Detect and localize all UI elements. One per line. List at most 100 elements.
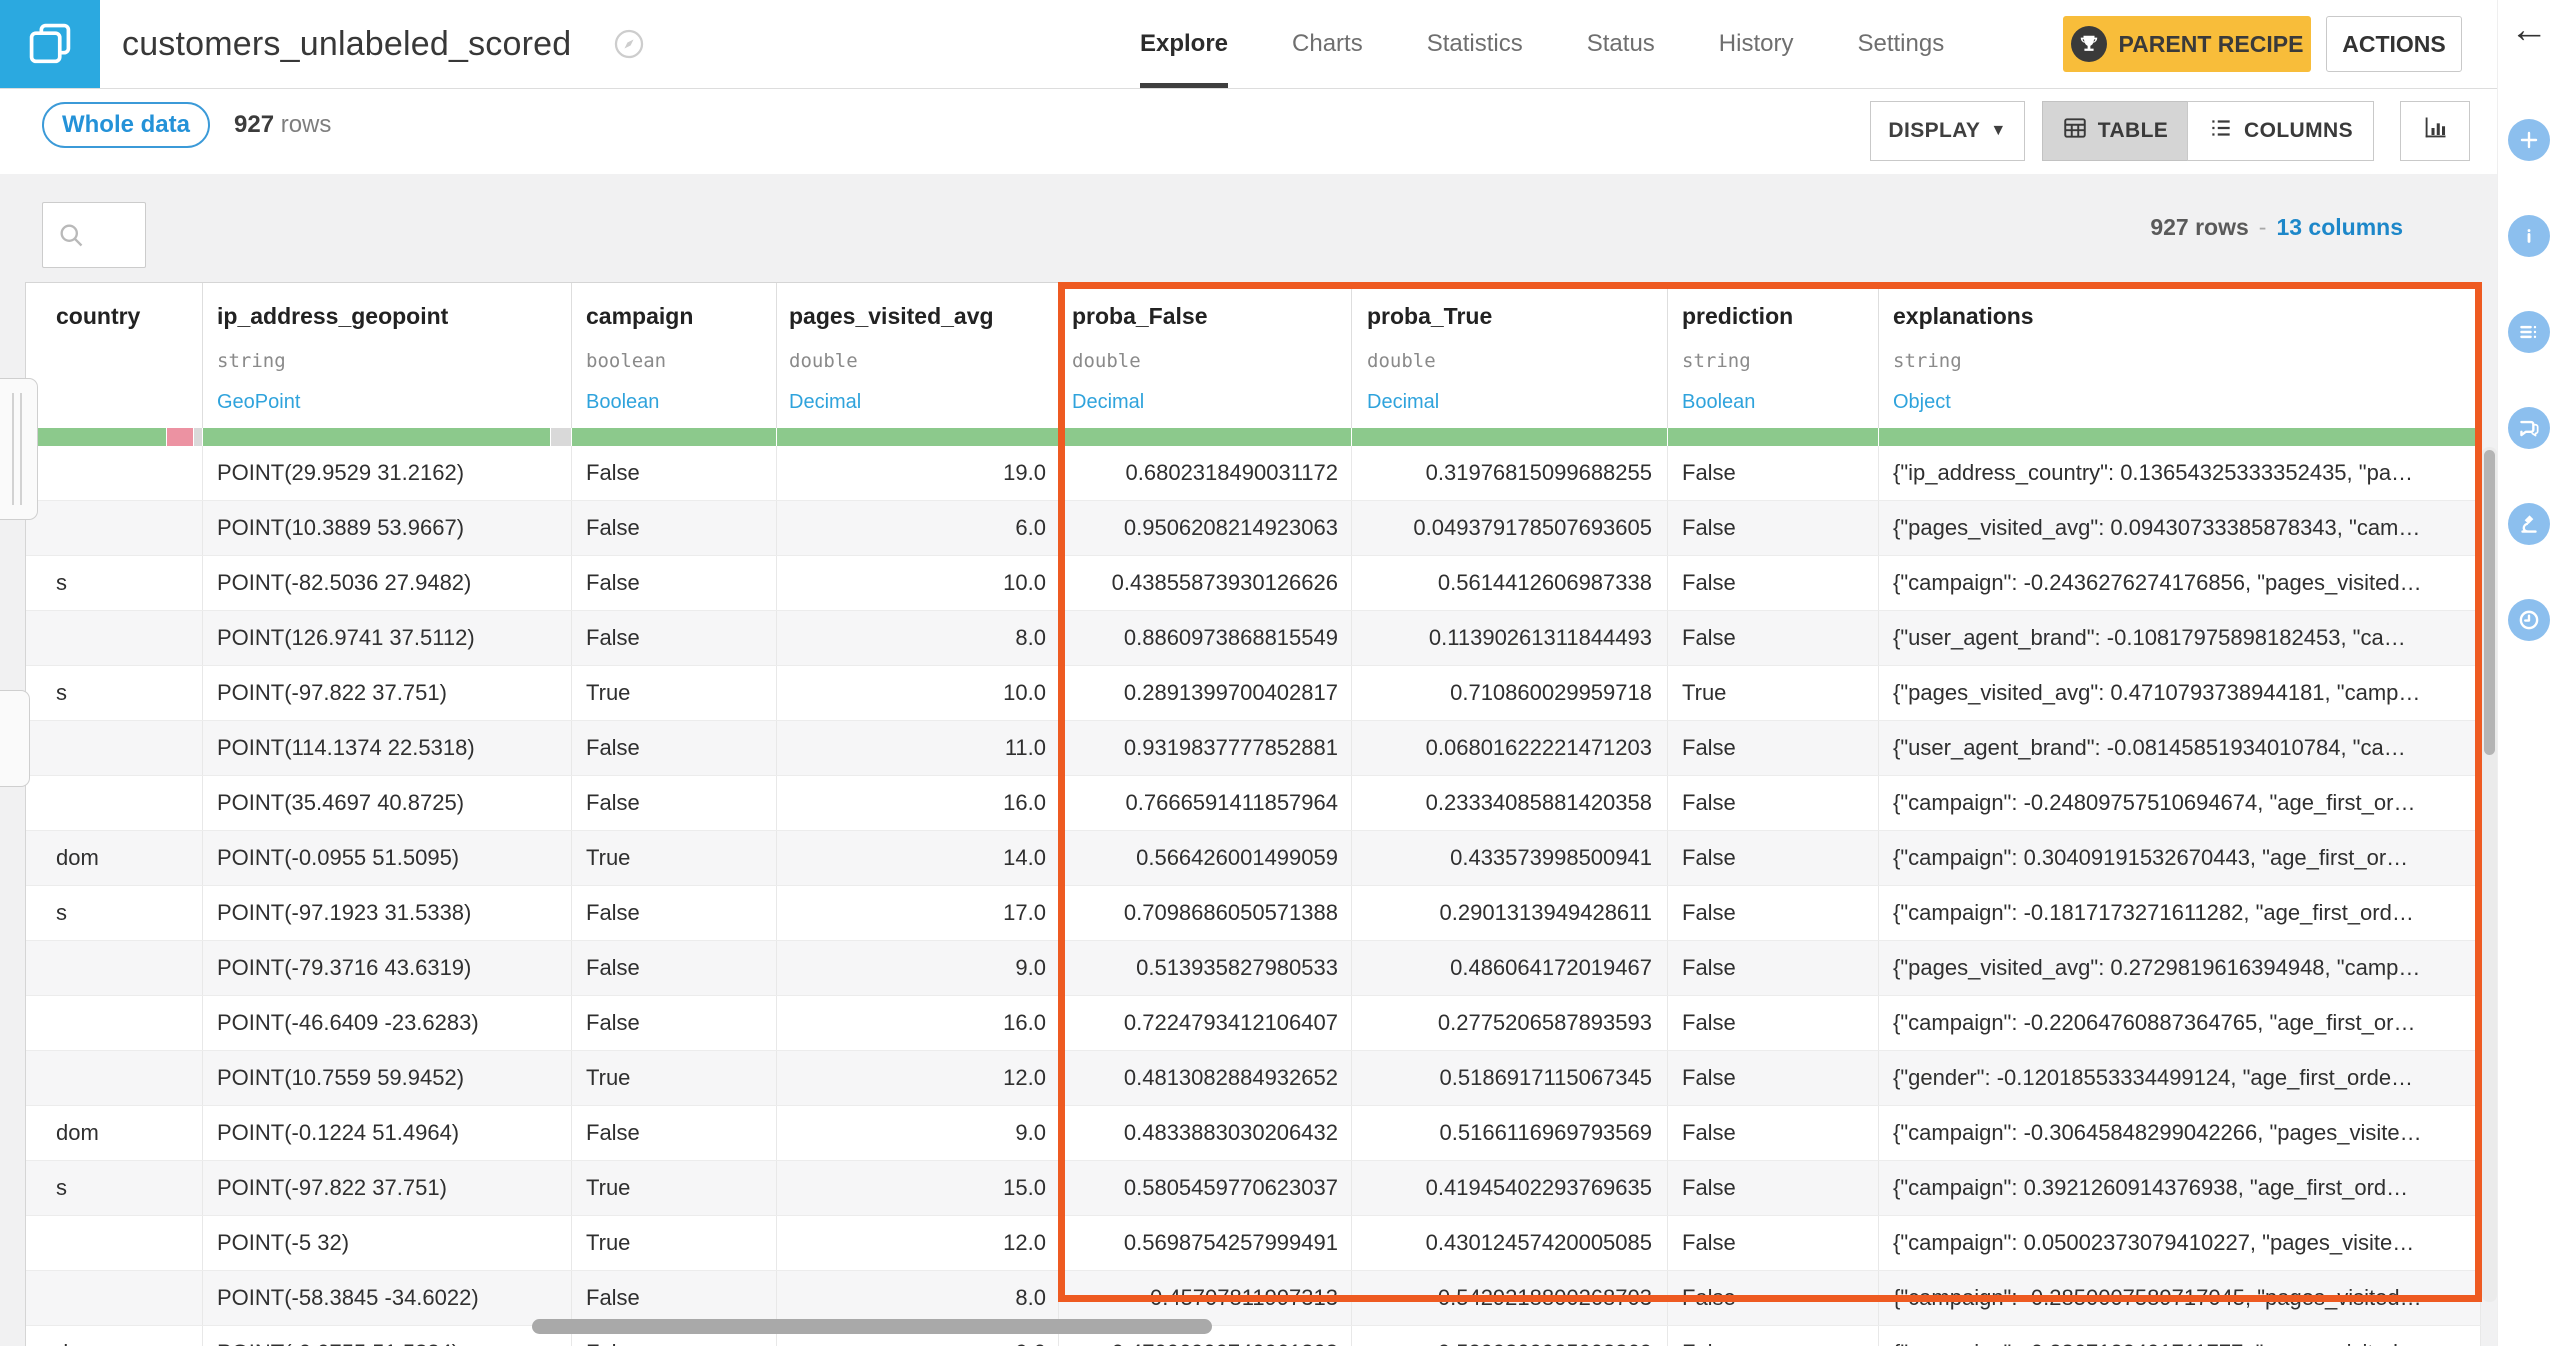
column-header-campaign[interactable]: campaign boolean Boolean (572, 283, 777, 446)
table-cell-prediction[interactable]: False (1668, 611, 1879, 665)
table-cell-ip_address_geopoint[interactable]: POINT(35.4697 40.8725) (203, 776, 572, 830)
table-cell-country[interactable] (26, 1271, 203, 1325)
actions-button[interactable]: ACTIONS (2326, 16, 2462, 72)
table-cell-ip_address_geopoint[interactable]: POINT(-97.822 37.751) (203, 666, 572, 720)
table-cell-country[interactable] (26, 1051, 203, 1105)
table-cell-explanations[interactable]: {"campaign": 0.05002373079410227, "pages… (1879, 1216, 2481, 1270)
info-icon[interactable] (2508, 215, 2550, 257)
column-header-explanations[interactable]: explanations string Object (1879, 283, 2481, 446)
table-cell-ip_address_geopoint[interactable]: POINT(-0.1224 51.4964) (203, 1106, 572, 1160)
table-cell-country[interactable]: s (26, 666, 203, 720)
table-cell-campaign[interactable]: True (572, 1051, 777, 1105)
table-view-button[interactable]: TABLE (2042, 101, 2187, 161)
table-cell-campaign[interactable]: False (572, 611, 777, 665)
table-cell-proba_False[interactable]: 0.513935827980533 (1059, 941, 1352, 995)
table-cell-proba_False[interactable]: 0.566426001499059 (1059, 831, 1352, 885)
horizontal-scrollbar[interactable] (532, 1319, 1212, 1334)
table-cell-ip_address_geopoint[interactable]: POINT(-79.3716 43.6319) (203, 941, 572, 995)
table-cell-ip_address_geopoint[interactable]: POINT(29.9529 31.2162) (203, 446, 572, 500)
table-cell-country[interactable] (26, 941, 203, 995)
table-cell-explanations[interactable]: {"campaign": -0.30645848299042266, "page… (1879, 1106, 2481, 1160)
table-cell-proba_True[interactable]: 0.433573998500941 (1352, 831, 1668, 885)
table-cell-prediction[interactable]: False (1668, 501, 1879, 555)
table-cell-proba_False[interactable]: 0.4833883030206432 (1059, 1106, 1352, 1160)
display-dropdown[interactable]: DISPLAY ▼ (1870, 101, 2025, 161)
table-cell-proba_True[interactable]: 0.5166116969793569 (1352, 1106, 1668, 1160)
table-cell-campaign[interactable]: False (572, 996, 777, 1050)
table-cell-campaign[interactable]: False (572, 501, 777, 555)
table-cell-pages_visited_avg[interactable]: 8.0 (777, 611, 1059, 665)
table-cell-country[interactable] (26, 721, 203, 775)
table-cell-campaign[interactable]: False (572, 1271, 777, 1325)
table-cell-ip_address_geopoint[interactable]: POINT(-82.5036 27.9482) (203, 556, 572, 610)
sampling-button[interactable]: Whole data (42, 102, 210, 148)
table-cell-explanations[interactable]: {"campaign": -0.2867122401711777, "pages… (1879, 1326, 2481, 1346)
table-cell-prediction[interactable]: True (1668, 666, 1879, 720)
table-cell-prediction[interactable]: False (1668, 556, 1879, 610)
table-cell-proba_False[interactable]: 0.5805459770623037 (1059, 1161, 1352, 1215)
table-cell-proba_False[interactable]: 0.8860973868815549 (1059, 611, 1352, 665)
table-cell-pages_visited_avg[interactable]: 19.0 (777, 446, 1059, 500)
table-cell-proba_True[interactable]: 0.31976815099688255 (1352, 446, 1668, 500)
table-cell-proba_False[interactable]: 0.2891399700402817 (1059, 666, 1352, 720)
column-header-pages_visited_avg[interactable]: pages_visited_avg double Decimal (777, 283, 1059, 446)
table-cell-prediction[interactable]: False (1668, 1161, 1879, 1215)
table-cell-pages_visited_avg[interactable]: 9.0 (777, 941, 1059, 995)
table-cell-prediction[interactable]: False (1668, 446, 1879, 500)
table-cell-proba_True[interactable]: 0.5429218800268703 (1352, 1271, 1668, 1325)
table-cell-ip_address_geopoint[interactable]: POINT(-46.6409 -23.6283) (203, 996, 572, 1050)
column-stats-button[interactable] (2400, 101, 2470, 161)
table-cell-prediction[interactable]: False (1668, 721, 1879, 775)
table-cell-ip_address_geopoint[interactable]: POINT(10.3889 53.9667) (203, 501, 572, 555)
table-cell-explanations[interactable]: {"ip_address_country": 0.136543253333524… (1879, 446, 2481, 500)
table-cell-pages_visited_avg[interactable]: 12.0 (777, 1051, 1059, 1105)
search-input[interactable] (42, 202, 146, 268)
table-cell-proba_False[interactable]: 0.7098686050571388 (1059, 886, 1352, 940)
table-cell-proba_True[interactable]: 0.710860029959718 (1352, 666, 1668, 720)
table-cell-ip_address_geopoint[interactable]: POINT(126.9741 37.5112) (203, 611, 572, 665)
table-cell-country[interactable] (26, 501, 203, 555)
details-icon[interactable] (2508, 311, 2550, 353)
table-cell-proba_True[interactable]: 0.5186917115067345 (1352, 1051, 1668, 1105)
tab-explore[interactable]: Explore (1140, 0, 1229, 88)
table-cell-proba_False[interactable]: 0.4813082884932652 (1059, 1051, 1352, 1105)
table-cell-campaign[interactable]: False (572, 446, 777, 500)
table-cell-pages_visited_avg[interactable]: 15.0 (777, 1161, 1059, 1215)
lab-icon[interactable] (2508, 503, 2550, 545)
table-cell-proba_True[interactable]: 0.23334085881420358 (1352, 776, 1668, 830)
left-panel-handle[interactable] (0, 378, 38, 520)
table-cell-explanations[interactable]: {"user_agent_brand": -0.1081797589818245… (1879, 611, 2481, 665)
table-cell-prediction[interactable]: False (1668, 831, 1879, 885)
table-cell-ip_address_geopoint[interactable]: POINT(-0.0755 51.5834) (203, 1326, 572, 1346)
vertical-scrollbar[interactable] (2482, 447, 2497, 1302)
column-header-country[interactable]: country (26, 283, 203, 446)
table-cell-explanations[interactable]: {"pages_visited_avg": 0.0943073338587834… (1879, 501, 2481, 555)
table-cell-proba_True[interactable]: 0.049379178507693605 (1352, 501, 1668, 555)
table-cell-prediction[interactable]: False (1668, 1106, 1879, 1160)
table-cell-pages_visited_avg[interactable]: 16.0 (777, 996, 1059, 1050)
table-cell-proba_True[interactable]: 0.486064172019467 (1352, 941, 1668, 995)
meta-column-count[interactable]: 13 columns (2276, 214, 2403, 240)
table-cell-proba_False[interactable]: 0.7224793412106407 (1059, 996, 1352, 1050)
discussions-icon[interactable] (2508, 407, 2550, 449)
table-cell-pages_visited_avg[interactable]: 17.0 (777, 886, 1059, 940)
table-cell-campaign[interactable]: False (572, 1106, 777, 1160)
table-cell-proba_True[interactable]: 0.43012457420005085 (1352, 1216, 1668, 1270)
table-cell-explanations[interactable]: {"campaign": -0.24809757510694674, "age_… (1879, 776, 2481, 830)
tab-charts[interactable]: Charts (1292, 0, 1363, 88)
table-cell-ip_address_geopoint[interactable]: POINT(-5 32) (203, 1216, 572, 1270)
table-cell-prediction[interactable]: False (1668, 776, 1879, 830)
table-cell-explanations[interactable]: {"campaign": 0.30409191532670443, "age_f… (1879, 831, 2481, 885)
table-cell-proba_False[interactable]: 0.45707811997313 (1059, 1271, 1352, 1325)
table-cell-country[interactable]: dom (26, 1106, 203, 1160)
table-cell-pages_visited_avg[interactable]: 8.0 (777, 1271, 1059, 1325)
table-cell-country[interactable] (26, 611, 203, 665)
table-cell-prediction[interactable]: False (1668, 1216, 1879, 1270)
table-cell-explanations[interactable]: {"campaign": -0.1817173271611282, "age_f… (1879, 886, 2481, 940)
table-cell-proba_False[interactable]: 0.7666591411857964 (1059, 776, 1352, 830)
clock-icon[interactable] (2508, 599, 2550, 641)
table-cell-pages_visited_avg[interactable]: 10.0 (777, 556, 1059, 610)
table-cell-country[interactable] (26, 776, 203, 830)
parent-recipe-button[interactable]: PARENT RECIPE (2063, 16, 2311, 72)
table-cell-ip_address_geopoint[interactable]: POINT(10.7559 59.9452) (203, 1051, 572, 1105)
